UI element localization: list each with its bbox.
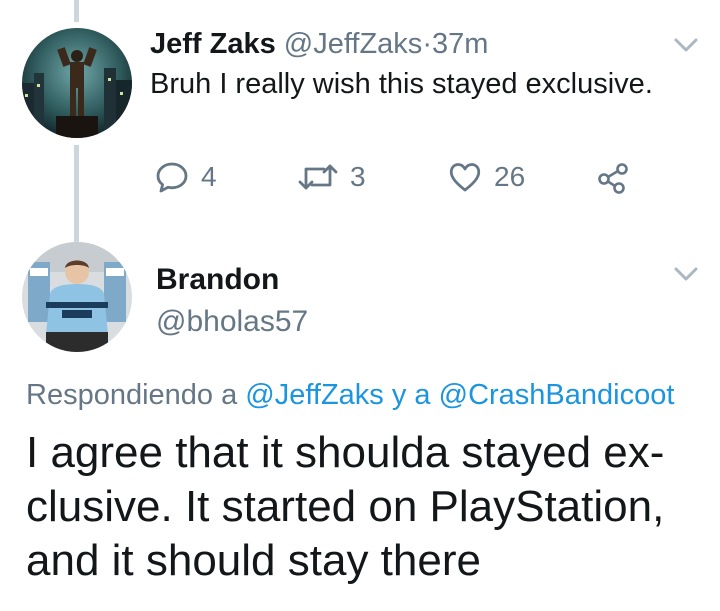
replying-to: Respondiendo a @JeffZaks y a @CrashBandi… — [26, 377, 674, 413]
author-name[interactable]: Jeff Zaks — [150, 28, 276, 60]
reply-icon — [156, 162, 188, 193]
reply-button[interactable]: 4 — [155, 160, 217, 194]
replying-to-prefix: Respondiendo a — [26, 379, 238, 411]
tweet-text: I agree that it shoulda stayed ex- clusi… — [26, 426, 706, 588]
author-handle[interactable]: @bholas57 — [156, 304, 308, 340]
like-count: 26 — [494, 161, 526, 192]
thread-line — [74, 145, 79, 242]
mention-link[interactable]: @CrashBandicoot — [439, 379, 675, 411]
reply-count: 4 — [201, 161, 217, 192]
share-button[interactable] — [596, 160, 630, 194]
mention-link[interactable]: @JeffZaks — [245, 379, 384, 411]
thread-line — [74, 0, 79, 22]
chevron-down-icon[interactable] — [672, 35, 700, 55]
retweet-button[interactable]: 3 — [298, 160, 366, 194]
tweet-timestamp[interactable]: 37m — [432, 28, 488, 60]
author-name[interactable]: Brandon — [156, 262, 279, 298]
tweet-text-line: clusive. It started on PlayStation, — [26, 482, 665, 531]
chevron-down-icon[interactable] — [672, 264, 700, 284]
author-handle[interactable]: @JeffZaks — [284, 28, 423, 60]
heart-icon — [449, 163, 481, 192]
avatar-brandon[interactable] — [22, 242, 132, 352]
avatar-jeff-zaks[interactable] — [22, 28, 132, 138]
tweet-text-line: I agree that it shoulda stayed ex- — [26, 428, 665, 477]
tweet-text-line: and it should stay there — [26, 536, 481, 585]
share-icon — [598, 163, 628, 194]
retweet-count: 3 — [350, 161, 366, 192]
replying-to-conjunction[interactable]: y a — [392, 379, 431, 411]
like-button[interactable]: 26 — [448, 160, 525, 194]
tweet-text: Bruh I really wish this stayed exclusive… — [150, 68, 653, 100]
tweet-header: Jeff Zaks @JeffZaks·37m — [150, 26, 488, 62]
retweet-icon — [298, 164, 338, 190]
separator-dot: · — [422, 28, 432, 60]
